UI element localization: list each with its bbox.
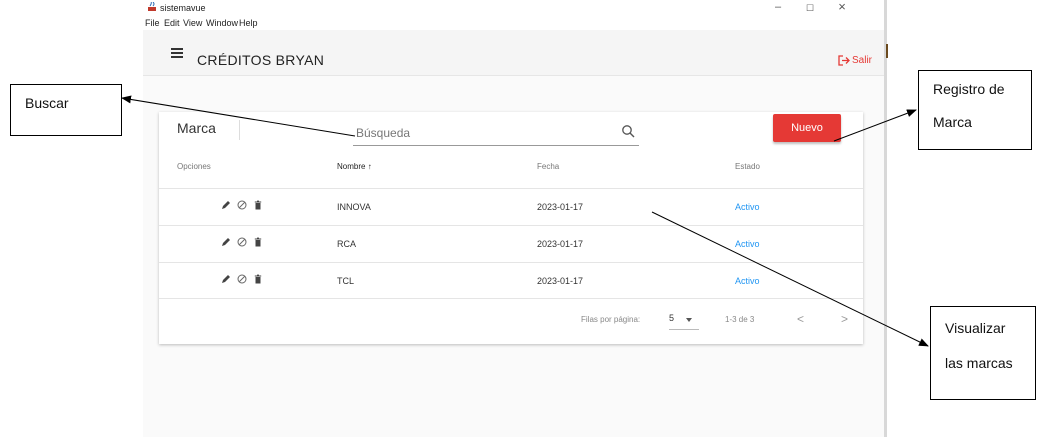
header-options: Opciones xyxy=(177,162,211,171)
menu-window[interactable]: Window xyxy=(206,18,238,28)
menu-bar: File Edit View Window Help xyxy=(143,17,884,30)
disable-icon[interactable] xyxy=(237,237,247,247)
delete-icon[interactable] xyxy=(253,274,263,284)
logout-icon xyxy=(838,55,850,66)
row-actions xyxy=(221,274,263,284)
window-title: sistemavue xyxy=(160,3,206,13)
visualizar-callout: Visualizar las marcas xyxy=(930,306,1036,400)
menu-help[interactable]: Help xyxy=(239,18,258,28)
buscar-label: Buscar xyxy=(25,95,69,111)
window-border-mark xyxy=(886,44,888,58)
table-row: INNOVA 2023-01-17 Activo xyxy=(159,188,863,225)
status-badge: Activo xyxy=(735,202,760,212)
rows-per-page-label: Filas por página: xyxy=(581,315,641,324)
card-title: Marca xyxy=(177,120,216,136)
new-brand-button[interactable]: Nuevo xyxy=(773,114,841,142)
menu-edit[interactable]: Edit xyxy=(164,18,180,28)
edit-icon[interactable] xyxy=(221,237,231,247)
status-badge: Activo xyxy=(735,239,760,249)
row-actions xyxy=(221,200,263,210)
visualizar-line2: las marcas xyxy=(945,355,1013,371)
visualizar-line1: Visualizar xyxy=(945,320,1006,336)
cell-name: INNOVA xyxy=(337,202,371,212)
cell-name: RCA xyxy=(337,239,357,249)
rows-per-page-value: 5 xyxy=(669,313,675,323)
header-name[interactable]: Nombre ↑ xyxy=(337,162,372,171)
next-page-button[interactable]: > xyxy=(841,312,848,326)
cell-date: 2023-01-17 xyxy=(537,239,584,249)
header-status[interactable]: Estado xyxy=(735,162,760,171)
table-row: TCL 2023-01-17 Activo xyxy=(159,262,863,299)
java-app-icon xyxy=(148,2,156,11)
row-actions xyxy=(221,237,263,247)
registro-line2: Marca xyxy=(933,114,972,130)
app-window: sistemavue – ☐ × File Edit View Window H… xyxy=(143,0,884,437)
registro-line1: Registro de xyxy=(933,81,1005,97)
cell-date: 2023-01-17 xyxy=(537,276,584,286)
search-icon[interactable] xyxy=(621,124,635,138)
delete-icon[interactable] xyxy=(253,200,263,210)
app-toolbar: CRÉDITOS BRYAN Salir xyxy=(143,30,884,76)
title-bar: sistemavue – ☐ × xyxy=(143,0,884,17)
edit-icon[interactable] xyxy=(221,274,231,284)
cell-date: 2023-01-17 xyxy=(537,202,584,212)
disable-icon[interactable] xyxy=(237,274,247,284)
sort-arrow-icon: ↑ xyxy=(367,162,372,171)
close-button[interactable]: × xyxy=(835,0,849,14)
brand-title: CRÉDITOS BRYAN xyxy=(197,52,325,68)
status-badge: Activo xyxy=(735,276,760,286)
hamburger-menu-icon[interactable] xyxy=(171,48,183,58)
page-range: 1-3 de 3 xyxy=(725,315,755,324)
chevron-down-icon xyxy=(686,318,692,322)
registro-callout: Registro de Marca xyxy=(918,70,1032,150)
disable-icon[interactable] xyxy=(237,200,247,210)
rows-per-page-select[interactable]: 5 xyxy=(669,313,699,330)
cell-name: TCL xyxy=(337,276,355,286)
logout-button[interactable]: Salir xyxy=(838,55,872,66)
brands-card: Marca Búsqueda Nuevo Opciones Nombre ↑ F… xyxy=(159,112,863,344)
title-divider xyxy=(239,120,240,140)
menu-file[interactable]: File xyxy=(145,18,160,28)
menu-view[interactable]: View xyxy=(183,18,202,28)
logout-label: Salir xyxy=(851,55,872,66)
edit-icon[interactable] xyxy=(221,200,231,210)
window-border xyxy=(884,0,887,437)
buscar-callout: Buscar xyxy=(10,84,122,136)
header-name-label: Nombre xyxy=(337,162,366,171)
table-footer: Filas por página: 5 1-3 de 3 < > xyxy=(159,298,863,345)
maximize-button[interactable]: ☐ xyxy=(803,3,817,14)
header-date[interactable]: Fecha xyxy=(537,162,559,171)
table-row: RCA 2023-01-17 Activo xyxy=(159,225,863,262)
delete-icon[interactable] xyxy=(253,237,263,247)
minimize-button[interactable]: – xyxy=(771,1,785,13)
search-input[interactable]: Búsqueda xyxy=(353,120,639,146)
search-placeholder: Búsqueda xyxy=(356,126,411,140)
prev-page-button[interactable]: < xyxy=(797,312,804,326)
